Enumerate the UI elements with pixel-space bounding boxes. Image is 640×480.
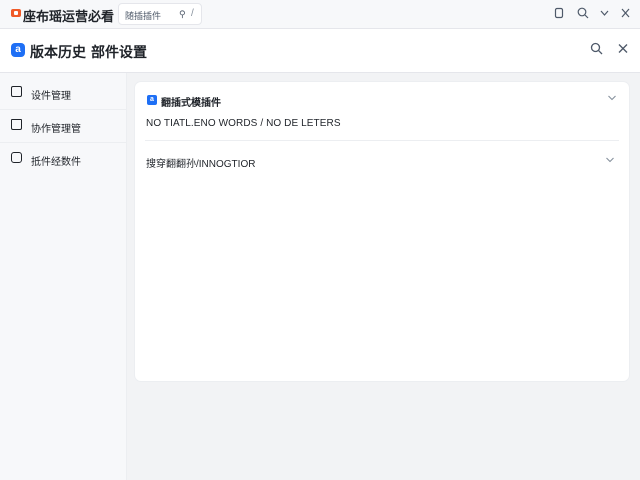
settings-card: a 翻插式模插件 NO TIATL.ENO WORDS / NO DE LETE…	[135, 82, 629, 381]
sidebar-item-settings[interactable]: 设件管理	[0, 77, 126, 110]
app-logo-icon	[11, 9, 21, 17]
tab-current[interactable]: 随插插件 ⚲ /	[118, 3, 202, 25]
section-title: 翻插式模插件	[161, 98, 221, 109]
title-bar: 座布瑶运营必看 随插插件 ⚲ /	[0, 0, 640, 29]
chevron-down-icon[interactable]	[599, 7, 610, 22]
sidebar-item-list[interactable]: 抵件经数件	[0, 143, 126, 176]
app-name: 座布瑶运营必看	[23, 9, 115, 24]
page-header: a 版本历史 部件设置	[0, 29, 640, 73]
page-title: 版本历史	[30, 44, 86, 60]
home-icon	[11, 119, 22, 130]
header-search-icon[interactable]	[590, 42, 603, 59]
section-item[interactable]: 搜穿翻翻孙/INNOGTIOR	[146, 155, 255, 170]
header-logo-icon: a	[11, 43, 25, 57]
section-note: NO TIATL.ENO WORDS / NO DE LETERS	[146, 118, 341, 129]
chevron-down-icon[interactable]	[607, 94, 617, 105]
page-subtitle: 部件设置	[91, 44, 147, 60]
header-close-icon[interactable]	[617, 42, 629, 59]
tab-separator: /	[191, 8, 194, 19]
edit-doc-icon	[11, 86, 22, 97]
search-icon[interactable]	[577, 7, 589, 22]
sidebar: 设件管理 协作管理管 抵件经数件	[0, 73, 127, 480]
sidebar-item-label: 设件管理	[31, 91, 71, 102]
copy-icon[interactable]	[554, 7, 564, 22]
tab-label: 随插插件	[125, 11, 162, 21]
pin-icon[interactable]: ⚲	[179, 9, 186, 20]
section-icon: a	[147, 95, 157, 105]
list-icon	[11, 152, 22, 163]
chevron-down-icon[interactable]	[605, 156, 615, 167]
sidebar-item-label: 抵件经数件	[31, 157, 81, 168]
divider	[145, 140, 619, 141]
sidebar-item-label: 协作管理管	[31, 124, 81, 135]
close-icon[interactable]	[620, 7, 631, 22]
sidebar-item-collab[interactable]: 协作管理管	[0, 110, 126, 143]
